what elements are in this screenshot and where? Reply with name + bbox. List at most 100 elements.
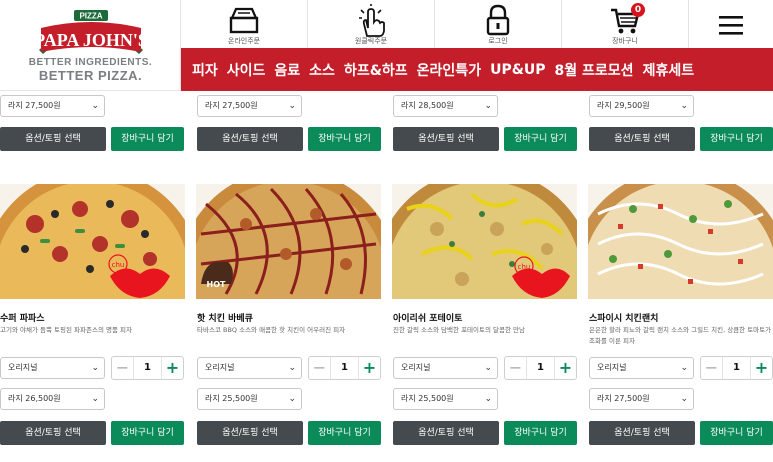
chevron-down-icon: ⌄ xyxy=(680,394,688,404)
add-to-cart-button[interactable]: 장바구니 담기 xyxy=(700,421,773,445)
product-name[interactable]: 스파이시 치킨랜치 xyxy=(589,311,658,324)
chevron-down-icon: ⌄ xyxy=(288,101,296,111)
chevron-down-icon: ⌄ xyxy=(484,101,492,111)
product-description: 은은한 할라 피뇨와 갈릭 랜치 소스와 그릴드 치킨, 상큼한 토마토가 조화… xyxy=(589,326,772,345)
login-label: 로그인 xyxy=(488,37,508,45)
nav-item-drinks[interactable]: 음료 xyxy=(274,60,300,80)
menu-button[interactable] xyxy=(689,0,773,48)
product-description: 타바스코 BBQ 소스와 매콤한 핫 치킨이 어우러진 피자 xyxy=(197,326,346,334)
product-name[interactable]: 아이리쉬 포테이토 xyxy=(393,311,462,324)
nav-item-half-and-half[interactable]: 하프&하프 xyxy=(344,60,408,80)
main-category-nav: 피자 사이드 음료 소스 하프&하프 온라인특가 UP&UP 8월 프로모션 제… xyxy=(181,48,773,91)
add-to-cart-button[interactable]: 장바구니 담기 xyxy=(111,127,184,151)
header-icon-bar: 온라인주문 원클릭주문 로그인 0 장바구니 xyxy=(181,0,773,48)
login-button[interactable]: 로그인 xyxy=(435,0,562,48)
nav-item-up-and-up[interactable]: UP&UP xyxy=(490,62,545,78)
chevron-down-icon: ⌄ xyxy=(288,363,296,373)
quantity-stepper: − 1 + xyxy=(700,356,773,380)
size-select[interactable]: 라지 27,500원 ⌄ xyxy=(0,95,105,117)
dough-select[interactable]: 오리지널 ⌄ xyxy=(0,357,105,379)
dough-select[interactable]: 오리지널 ⌄ xyxy=(589,357,694,379)
add-to-cart-button[interactable]: 장바구니 담기 xyxy=(308,421,381,445)
increase-quantity-button[interactable]: + xyxy=(750,357,772,379)
decrease-quantity-button[interactable]: − xyxy=(701,357,723,379)
add-to-cart-button[interactable]: 장바구니 담기 xyxy=(504,421,577,445)
option-topping-button[interactable]: 옵션/토핑 선택 xyxy=(197,127,303,151)
option-topping-button[interactable]: 옵션/토핑 선택 xyxy=(0,127,106,151)
quantity-value: 1 xyxy=(144,362,151,373)
logo-tagline-1: BETTER INGREDIENTS. xyxy=(28,57,153,68)
chevron-down-icon: ⌄ xyxy=(288,394,296,404)
quantity-value: 1 xyxy=(733,362,740,373)
size-select[interactable]: 라지 29,500원 ⌄ xyxy=(589,95,694,117)
nav-item-pizza[interactable]: 피자 xyxy=(192,60,218,80)
svg-text:chu: chu xyxy=(112,261,125,269)
option-topping-button[interactable]: 옵션/토핑 선택 xyxy=(0,421,106,445)
increase-quantity-button[interactable]: + xyxy=(161,357,183,379)
site-header: PIZZA PAPA JOHN'S BETTER INGREDIENTS. BE… xyxy=(0,0,773,91)
nav-item-partner-set[interactable]: 제휴세트 xyxy=(643,60,695,80)
svg-text:chu: chu xyxy=(518,263,531,271)
size-select[interactable]: 라지 26,500원 ⌄ xyxy=(0,388,105,410)
decrease-quantity-button[interactable]: − xyxy=(505,357,527,379)
size-select[interactable]: 라지 27,500원 ⌄ xyxy=(589,388,694,410)
option-topping-button[interactable]: 옵션/토핑 선택 xyxy=(197,421,303,445)
pizza-image-spicy-chicken-ranch[interactable] xyxy=(588,184,773,299)
add-to-cart-button[interactable]: 장바구니 담기 xyxy=(504,127,577,151)
add-to-cart-button[interactable]: 장바구니 담기 xyxy=(111,421,184,445)
svg-text:PAPA JOHN'S: PAPA JOHN'S xyxy=(36,30,146,50)
product-description: 고기와 야채가 듬뿍 토핑된 파파존스의 명품 피자 xyxy=(0,326,132,334)
chevron-down-icon: ⌄ xyxy=(680,101,688,111)
logo-mark-icon: PIZZA PAPA JOHN'S xyxy=(36,10,146,54)
quantity-stepper: − 1 + xyxy=(111,356,184,380)
quantity-stepper: − 1 + xyxy=(504,356,577,380)
pizza-image-irish-potato[interactable]: chu xyxy=(392,184,577,299)
nav-item-sauce[interactable]: 소스 xyxy=(309,60,335,80)
size-select[interactable]: 라지 25,500원 ⌄ xyxy=(393,388,498,410)
quantity-value: 1 xyxy=(341,362,348,373)
svg-text:PIZZA: PIZZA xyxy=(79,12,102,21)
hamburger-menu-icon xyxy=(719,16,743,35)
nav-item-august-promotion[interactable]: 8월 프로모션 xyxy=(555,60,634,80)
product-name[interactable]: 수퍼 파파스 xyxy=(0,311,45,324)
dough-select[interactable]: 오리지널 ⌄ xyxy=(393,357,498,379)
lock-icon xyxy=(486,4,510,36)
nav-item-online-special[interactable]: 온라인특가 xyxy=(417,60,481,80)
pizza-image-hot-chicken-bbq[interactable]: HOT xyxy=(196,184,381,299)
size-select[interactable]: 라지 25,500원 ⌄ xyxy=(197,388,302,410)
nav-item-side[interactable]: 사이드 xyxy=(227,60,266,80)
increase-quantity-button[interactable]: + xyxy=(554,357,576,379)
option-topping-button[interactable]: 옵션/토핑 선택 xyxy=(589,421,695,445)
one-click-order-button[interactable]: 원클릭주문 xyxy=(308,0,435,48)
option-topping-button[interactable]: 옵션/토핑 선택 xyxy=(589,127,695,151)
papa-johns-logo[interactable]: PIZZA PAPA JOHN'S BETTER INGREDIENTS. BE… xyxy=(0,0,181,91)
quantity-stepper: − 1 + xyxy=(308,356,381,380)
increase-quantity-button[interactable]: + xyxy=(358,357,380,379)
option-topping-button[interactable]: 옵션/토핑 선택 xyxy=(393,127,499,151)
logo-tagline-2: BETTER PIZZA. xyxy=(38,68,143,83)
delivery-box-icon xyxy=(229,7,259,34)
one-click-hand-icon xyxy=(359,4,385,37)
chevron-down-icon: ⌄ xyxy=(91,394,99,404)
cart-count-badge: 0 xyxy=(631,3,645,17)
add-to-cart-button[interactable]: 장바구니 담기 xyxy=(308,127,381,151)
cart-button[interactable]: 0 장바구니 xyxy=(562,0,689,48)
decrease-quantity-button[interactable]: − xyxy=(112,357,134,379)
quantity-value: 1 xyxy=(537,362,544,373)
cart-label: 장바구니 xyxy=(612,37,638,45)
chevron-down-icon: ⌄ xyxy=(484,394,492,404)
chevron-down-icon: ⌄ xyxy=(91,363,99,373)
product-name[interactable]: 핫 치킨 바베큐 xyxy=(197,311,253,324)
pizza-image-super-papas[interactable]: chu xyxy=(0,184,185,299)
size-select[interactable]: 라지 28,500원 ⌄ xyxy=(393,95,498,117)
add-to-cart-button[interactable]: 장바구니 담기 xyxy=(700,127,773,151)
chevron-down-icon: ⌄ xyxy=(91,101,99,111)
option-topping-button[interactable]: 옵션/토핑 선택 xyxy=(393,421,499,445)
size-select[interactable]: 라지 27,500원 ⌄ xyxy=(197,95,302,117)
dough-select[interactable]: 오리지널 ⌄ xyxy=(197,357,302,379)
decrease-quantity-button[interactable]: − xyxy=(309,357,331,379)
svg-text:HOT: HOT xyxy=(207,280,226,289)
product-description: 진한 갈릭 소스와 담백한 포테이토의 달콤한 만남 xyxy=(393,326,525,334)
online-order-label: 온라인주문 xyxy=(227,37,261,45)
online-order-button[interactable]: 온라인주문 xyxy=(181,0,308,48)
